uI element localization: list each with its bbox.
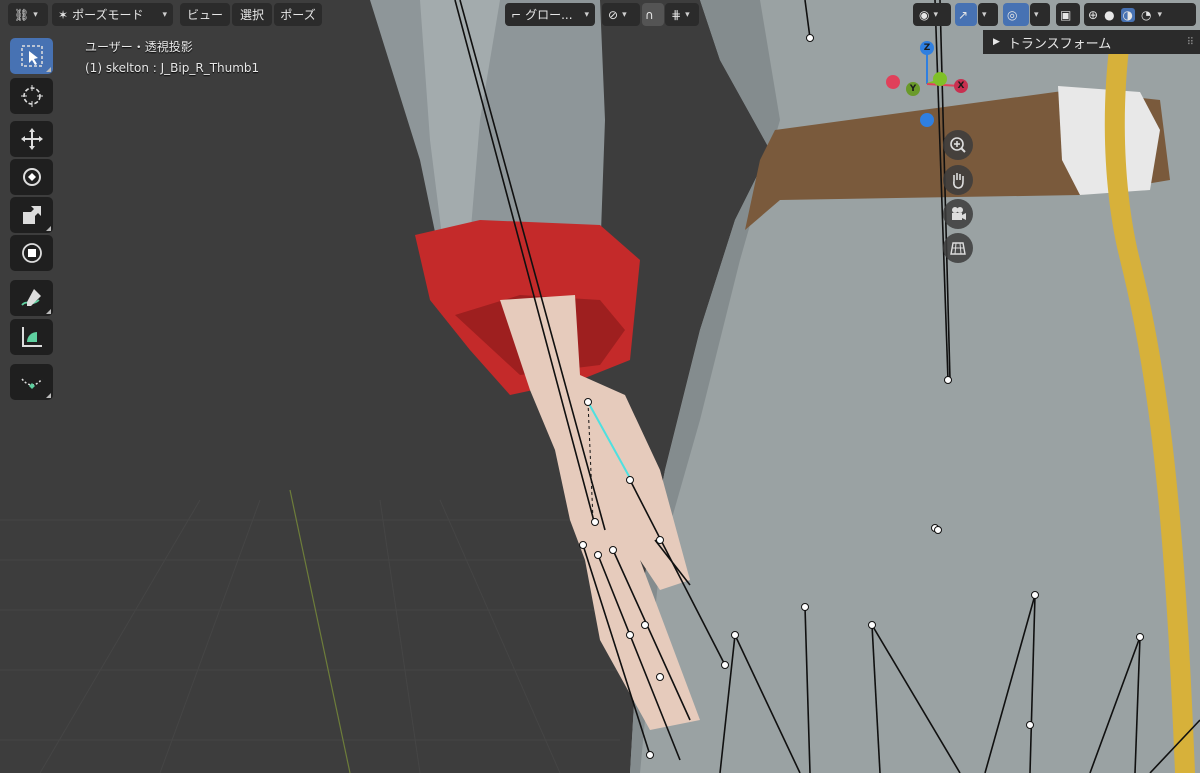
menu-view[interactable]: ビュー [180,3,230,26]
pose-mode-icon: ✶ [58,7,69,22]
gizmo-y-axis[interactable]: Y [906,82,920,96]
camera-icon [952,207,966,220]
armature-editor-icon: ⛓ [14,7,30,22]
gizmo-y-neg-axis[interactable] [886,75,900,89]
menu-pose-label: ポーズ [280,8,316,22]
disclosure-triangle-icon: ▶ [993,37,1000,47]
3d-viewport[interactable] [0,0,1200,773]
rotate-icon [22,168,41,186]
pan-button[interactable] [943,165,973,195]
gizmo-x-label: X [957,81,965,91]
chevron-down-icon: ▾ [33,9,38,20]
floor-grid [0,499,620,773]
pivot-link-icon: ⊘ [608,7,619,22]
menu-select-label: 選択 [239,8,264,22]
snap-toggle[interactable]: ∩ [642,3,664,26]
transform-icon [21,243,42,263]
gizmo-x-axis[interactable]: X [954,79,968,93]
tool-measure[interactable] [10,319,53,355]
zoom-button[interactable] [943,130,973,160]
overlay-circles-icon: ◎ [1007,7,1018,22]
snap-increment-icon: ⋕ [671,7,682,22]
transform-panel-header[interactable]: ▶ トランスフォーム ⠿ [983,30,1200,54]
magnet-icon: ∩ [645,7,654,22]
gizmo-z-label: Z [923,43,931,53]
tool-transform[interactable] [10,235,53,271]
tool-move[interactable] [10,121,53,157]
chevron-down-icon: ▾ [162,9,167,20]
transform-panel-title: トランスフォーム [1007,36,1112,52]
chevron-down-icon: ▾ [584,9,589,20]
shading-buttons: ⊕ ● ◑ ◔ ▾ [1084,3,1196,26]
chevron-down-icon: ▾ [622,9,627,20]
zoom-icon [950,137,966,153]
gizmo-z-neg-axis[interactable] [920,113,934,127]
view-name: ユーザー・透視投影 [85,40,193,54]
wireframe-shading-icon[interactable]: ⊕ [1088,8,1098,22]
overlays-dropdown[interactable]: ▾ [1030,3,1050,26]
chevron-down-icon: ▾ [933,9,939,20]
pivot-point-dropdown[interactable]: ⊘ ▾ [602,3,640,26]
menu-pose[interactable]: ポーズ [274,3,322,26]
gizmo-z-axis[interactable]: Z [920,41,934,55]
tool-relax-pose[interactable] [10,364,53,400]
annotate-icon [20,289,41,306]
camera-view-button[interactable] [943,199,973,229]
mode-selector[interactable]: ✶ ポーズモード ▾ [52,3,173,26]
chevron-down-icon[interactable]: ▾ [1158,10,1163,20]
y-axis-line [289,489,351,773]
tool-scale[interactable] [10,197,53,233]
menu-view-label: ビュー [186,8,223,22]
select-box-icon [20,45,43,67]
transform-orientation-dropdown[interactable]: ⌐ グロー... ▾ [505,3,595,26]
relax-pose-icon [20,378,43,389]
pan-hand-icon [953,173,964,189]
gizmo-arrow-icon: ↗ [958,7,969,22]
snap-target-dropdown[interactable]: ⋕ ▾ [665,3,699,26]
gizmo-y-pos-axis[interactable] [933,72,947,86]
editor-type-button[interactable]: ⛓ ▾ [8,3,48,26]
overlays-toggle[interactable]: ◎ [1003,3,1029,26]
ortho-perspective-button[interactable] [943,233,973,263]
ortho-grid-icon [950,242,966,255]
xray-toggle[interactable]: ▣ [1056,3,1080,26]
chevron-down-icon: ▾ [1034,9,1039,20]
cursor-icon [20,85,43,107]
scale-icon [22,206,41,224]
tool-select-box[interactable] [10,38,53,74]
transform-orientation-label: グロー... [525,8,573,22]
chevron-down-icon: ▾ [982,9,987,20]
chevron-down-icon: ▾ [685,9,690,20]
drag-handle-icon[interactable]: ⠿ [1187,37,1194,48]
gizmo-dropdown[interactable]: ▾ [978,3,998,26]
eye-icon: ◉ [919,7,930,22]
gizmo-toggle[interactable]: ↗ [955,3,977,26]
tool-rotate[interactable] [10,159,53,195]
orientation-axes-icon: ⌐ [511,7,522,22]
solid-shading-icon[interactable]: ● [1104,8,1114,22]
active-object-label: (1) skelton : J_Bip_R_Thumb1 [85,61,260,75]
tool-cursor[interactable] [10,78,53,114]
tool-annotate[interactable] [10,280,53,316]
mode-label: ポーズモード [72,8,144,22]
move-icon [20,128,43,150]
material-shading-icon[interactable]: ◑ [1120,7,1136,22]
menu-select[interactable]: 選択 [232,3,272,26]
rendered-shading-icon[interactable]: ◔ [1141,8,1151,22]
gizmo-y-label: Y [909,84,917,94]
visibility-dropdown[interactable]: ◉ ▾ [913,3,951,26]
measure-icon [21,327,42,347]
xray-icon: ▣ [1060,7,1072,22]
